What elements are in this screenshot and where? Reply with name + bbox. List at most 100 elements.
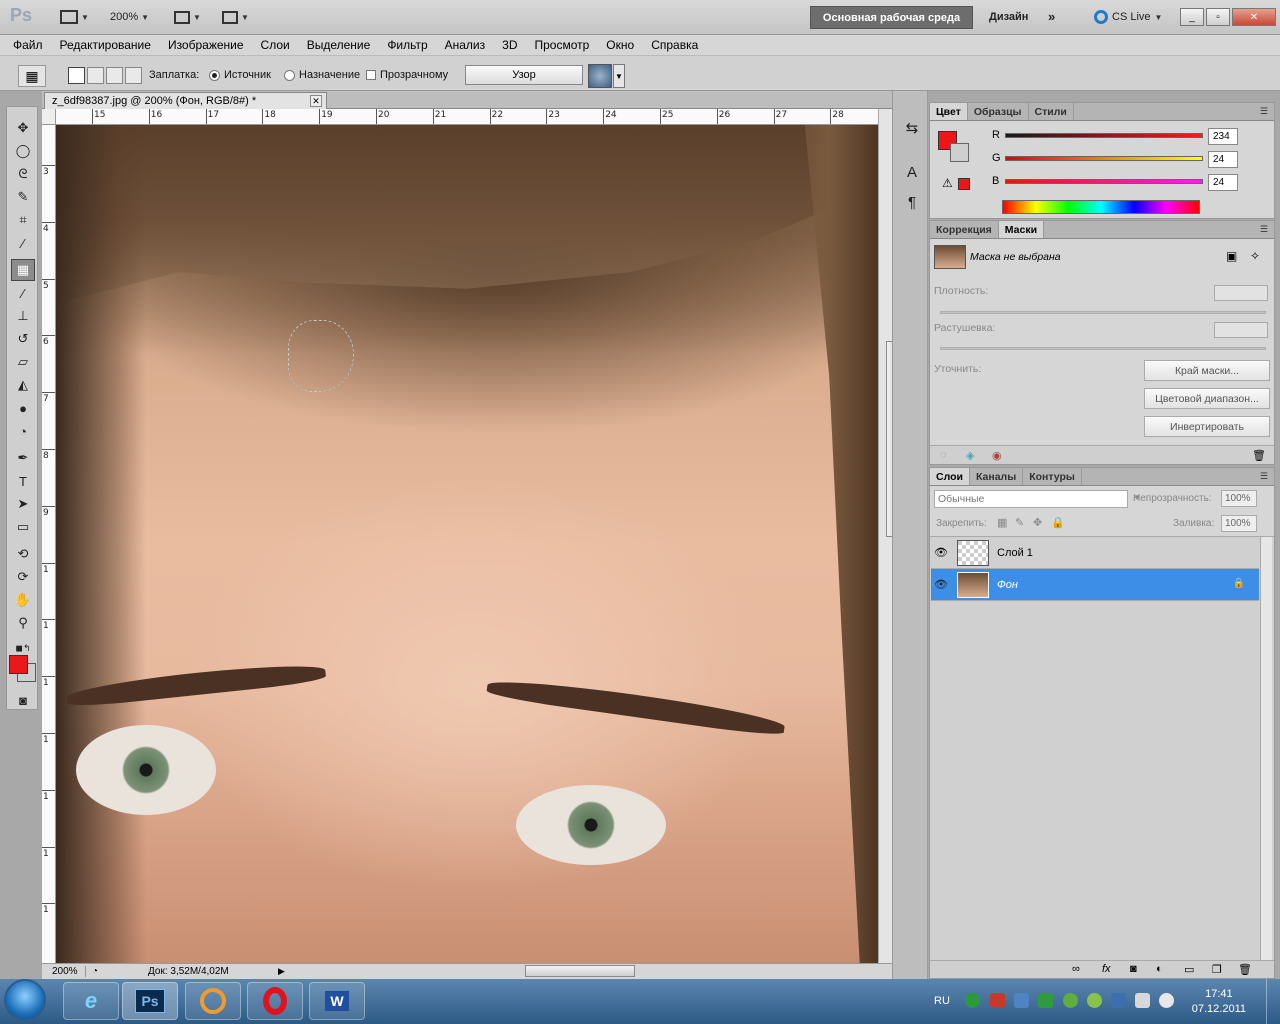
layer-row-background[interactable]: 👁 Фон 🔒 <box>931 569 1259 601</box>
tray-utorrent-icon[interactable] <box>1038 993 1053 1008</box>
hand-icon[interactable]: ✋ <box>11 589 35 611</box>
tray-volume-icon[interactable] <box>1159 993 1174 1008</box>
menu-window[interactable]: Окно <box>606 38 634 52</box>
pixel-mask-icon[interactable]: ▣ <box>1226 249 1237 263</box>
brush-icon[interactable]: ∕ <box>11 282 35 304</box>
tab-masks[interactable]: Маски <box>998 221 1045 238</box>
show-desktop-button[interactable] <box>1266 979 1280 1024</box>
tab-paths[interactable]: Контуры <box>1023 468 1082 485</box>
tool-preset-picker[interactable]: ▦ <box>18 65 46 87</box>
crop-icon[interactable]: ⌗ <box>11 209 35 231</box>
destination-radio[interactable]: Назначение <box>284 69 360 81</box>
tab-adjustments[interactable]: Коррекция <box>930 221 999 238</box>
opera-icon[interactable] <box>247 982 303 1020</box>
foreground-color-swatch[interactable] <box>9 655 28 674</box>
new-group-icon[interactable]: ▭ <box>1184 963 1194 976</box>
visibility-eye-icon[interactable]: 👁 <box>931 578 951 591</box>
rectangle-icon[interactable]: ▭ <box>11 516 35 538</box>
taskbar-clock[interactable]: 17:41 07.12.2011 <box>1192 987 1246 1017</box>
status-zoom[interactable]: 200% <box>42 966 86 977</box>
g-value-input[interactable]: 24 <box>1208 151 1238 168</box>
lock-pixels-icon[interactable]: ✎ <box>1015 516 1024 529</box>
subtract-selection-button[interactable] <box>106 67 123 84</box>
density-slider[interactable] <box>940 311 1266 314</box>
history-brush-icon[interactable]: ↺ <box>11 328 35 350</box>
tab-swatches[interactable]: Образцы <box>968 103 1029 120</box>
lock-all-icon[interactable]: 🔒 <box>1051 516 1065 529</box>
source-radio[interactable]: Источник <box>209 69 271 81</box>
menu-help[interactable]: Справка <box>651 38 698 52</box>
vector-mask-icon[interactable]: ✧ <box>1250 249 1260 263</box>
b-value-input[interactable]: 24 <box>1208 174 1238 191</box>
transparent-checkbox[interactable]: Прозрачному <box>366 69 448 81</box>
color-spectrum-ramp[interactable] <box>1002 200 1200 214</box>
cs-live-button[interactable]: CS Live ▼ <box>1094 10 1162 24</box>
apply-mask-icon[interactable]: ◈ <box>966 449 974 462</box>
stamp-icon[interactable]: ⊥ <box>11 305 35 327</box>
feather-slider[interactable] <box>940 347 1266 350</box>
menu-analysis[interactable]: Анализ <box>445 38 486 52</box>
menu-image[interactable]: Изображение <box>168 38 244 52</box>
patch-icon[interactable]: ▦ <box>11 259 35 281</box>
tab-layers[interactable]: Слои <box>930 468 970 485</box>
fx-icon[interactable]: fx <box>1102 963 1111 975</box>
ie-icon[interactable]: e <box>63 982 119 1020</box>
status-info-icon[interactable]: ◔ <box>86 966 104 977</box>
tab-channels[interactable]: Каналы <box>970 468 1024 485</box>
adjustment-layer-icon[interactable]: ◐ <box>1156 963 1163 975</box>
move-icon[interactable]: ✥ <box>11 117 35 139</box>
density-input[interactable] <box>1214 285 1268 301</box>
pattern-swatch[interactable] <box>588 64 612 88</box>
pattern-dropdown[interactable]: ▼ <box>613 64 625 88</box>
minimize-button[interactable]: _ <box>1180 8 1204 26</box>
status-menu-arrow-icon[interactable]: ▶ <box>278 966 285 977</box>
layers-scrollbar[interactable] <box>1260 537 1272 969</box>
menu-view[interactable]: Просмотр <box>534 38 589 52</box>
trash-icon[interactable]: 🗑 <box>1238 963 1252 976</box>
add-selection-button[interactable] <box>87 67 104 84</box>
dodge-icon[interactable]: ◔ <box>11 420 35 442</box>
tray-network-icon[interactable] <box>965 993 980 1008</box>
menu-3d[interactable]: 3D <box>502 38 517 52</box>
language-indicator[interactable]: RU <box>934 995 950 1007</box>
pen-icon[interactable]: ✒ <box>11 447 35 469</box>
mask-edge-button[interactable]: Край маски... <box>1144 360 1270 381</box>
invert-button[interactable]: Инвертировать <box>1144 416 1270 437</box>
trash-icon[interactable]: 🗑 <box>1252 449 1266 462</box>
launch-bridge-button[interactable]: ▼ <box>60 7 89 27</box>
new-selection-button[interactable] <box>68 67 85 84</box>
3d-orbit-icon[interactable]: ⟳ <box>11 566 35 588</box>
horizontal-scroll-thumb[interactable] <box>525 965 635 977</box>
opacity-input[interactable]: 100% <box>1221 490 1257 507</box>
new-layer-icon[interactable]: ❐ <box>1212 963 1222 976</box>
mail-icon[interactable] <box>185 982 241 1020</box>
lasso-icon[interactable]: ᘓ <box>11 163 35 185</box>
word-icon[interactable]: W <box>309 982 365 1020</box>
tab-styles[interactable]: Стили <box>1029 103 1074 120</box>
character-panel-icon[interactable]: A <box>901 161 923 183</box>
lock-position-icon[interactable]: ✥ <box>1033 516 1042 529</box>
workspace-more-button[interactable]: » <box>1048 9 1055 24</box>
tray-display-icon[interactable] <box>1135 993 1150 1008</box>
3d-rotate-icon[interactable]: ⟲ <box>11 543 35 565</box>
zoom-icon[interactable]: ⚲ <box>11 612 35 634</box>
tray-antivirus-icon[interactable] <box>990 993 1005 1008</box>
use-pattern-button[interactable]: Узор <box>465 65 583 85</box>
path-select-icon[interactable]: ➤ <box>11 493 35 515</box>
quick-mask-icon[interactable]: ◙ <box>11 689 35 711</box>
zoom-level-dropdown[interactable]: 200% ▼ <box>110 7 149 27</box>
load-selection-icon[interactable]: ◌ <box>940 449 947 461</box>
marquee-icon[interactable]: ◯ <box>11 140 35 162</box>
eraser-icon[interactable]: ▱ <box>11 351 35 373</box>
layer-row-layer1[interactable]: 👁 Слой 1 <box>931 537 1259 569</box>
workspace-design-button[interactable]: Дизайн <box>989 11 1028 23</box>
close-icon[interactable]: ✕ <box>310 95 322 107</box>
photoshop-icon[interactable]: Ps <box>122 982 178 1020</box>
tab-color[interactable]: Цвет <box>930 103 968 120</box>
color-bg-swatch[interactable] <box>950 143 969 162</box>
paragraph-panel-icon[interactable]: ¶ <box>901 191 923 213</box>
feather-input[interactable] <box>1214 322 1268 338</box>
vertical-scrollbar[interactable] <box>878 109 897 963</box>
eyedropper-icon[interactable]: ⁄ <box>11 232 35 254</box>
menu-edit[interactable]: Редактирование <box>60 38 151 52</box>
